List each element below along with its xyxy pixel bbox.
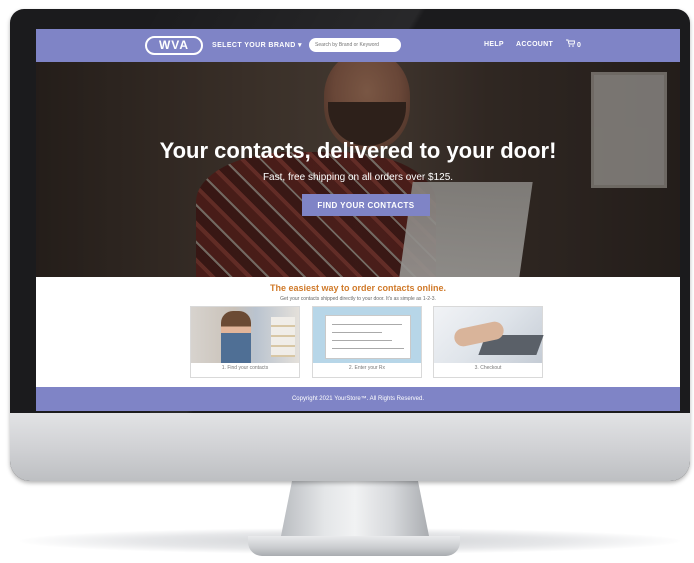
step-image-prescription — [313, 307, 421, 363]
top-navbar: WVA SELECT YOUR BRAND ▾ HELP ACCOUNT 0 — [36, 29, 680, 62]
prescription-form-figure — [325, 315, 411, 359]
steps-subheading: Get your contacts shipped directly to yo… — [280, 296, 436, 302]
rx-line — [332, 348, 404, 349]
steps-heading: The easiest way to order contacts online… — [269, 283, 447, 293]
how-it-works-section: The easiest way to order contacts online… — [36, 277, 680, 387]
hero-title: Your contacts, delivered to your door! — [159, 138, 557, 163]
step-label: 2. Enter your Rx — [348, 365, 386, 371]
step-card-rx[interactable]: 2. Enter your Rx — [312, 306, 422, 378]
hero-banner: Your contacts, delivered to your door! F… — [36, 62, 680, 277]
monitor-stand-base — [248, 536, 460, 556]
monitor: WVA SELECT YOUR BRAND ▾ HELP ACCOUNT 0 Y… — [10, 9, 690, 481]
cart-icon — [566, 39, 577, 49]
woman-with-phone-figure — [221, 311, 251, 363]
monitor-chin — [10, 413, 690, 481]
step-image-checkout — [434, 307, 544, 363]
help-link[interactable]: HELP — [484, 41, 504, 48]
step-card-checkout[interactable]: 3. Checkout — [433, 306, 544, 378]
website-screen: WVA SELECT YOUR BRAND ▾ HELP ACCOUNT 0 Y… — [36, 29, 680, 411]
hero-dark-overlay — [36, 62, 680, 277]
step-label: 3. Checkout — [474, 365, 502, 371]
select-brand-dropdown[interactable]: SELECT YOUR BRAND ▾ — [212, 41, 302, 49]
rx-line — [332, 340, 392, 341]
rx-line — [332, 332, 382, 333]
bookshelf-figure — [271, 317, 295, 357]
cart-count: 0 — [576, 42, 581, 49]
step-card-find[interactable]: 1. Find your contacts — [190, 306, 300, 378]
step-image-find-contacts — [191, 307, 299, 363]
brand-logo[interactable]: WVA — [145, 36, 203, 55]
site-footer: Copyright 2021 YourStore™. All Rights Re… — [36, 387, 680, 411]
cart-button[interactable]: 0 — [566, 39, 581, 49]
hero-subtitle: Fast, free shipping on all orders over $… — [262, 172, 454, 183]
account-link[interactable]: ACCOUNT — [516, 41, 553, 48]
search-input[interactable] — [309, 38, 401, 52]
step-label: 1. Find your contacts — [221, 365, 269, 371]
find-contacts-button[interactable]: FIND YOUR CONTACTS — [302, 194, 430, 216]
rx-line — [332, 324, 402, 325]
monitor-stand-neck — [280, 481, 430, 541]
